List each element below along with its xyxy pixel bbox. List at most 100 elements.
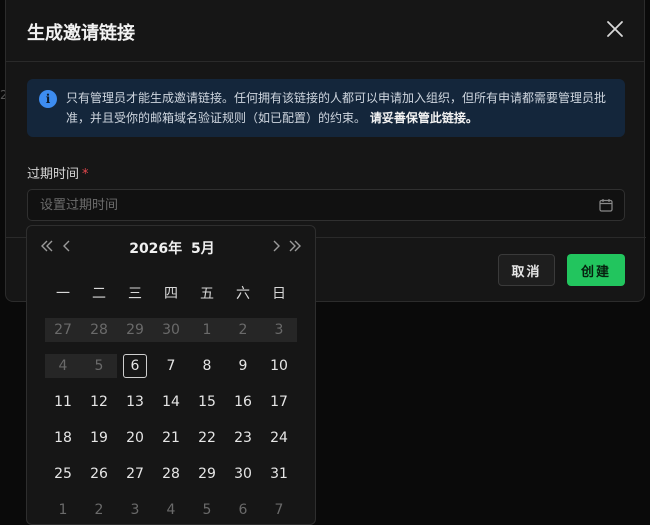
- calendar-day[interactable]: 15: [189, 390, 225, 414]
- close-button[interactable]: [606, 20, 624, 38]
- calendar-day-number: 15: [198, 394, 216, 410]
- calendar-day[interactable]: 20: [117, 426, 153, 450]
- calendar-day-number: 23: [234, 430, 252, 446]
- calendar-day-number: 6: [238, 502, 248, 518]
- weekday-label: 三: [128, 286, 142, 302]
- info-text: 只有管理员才能生成邀请链接。任何拥有该链接的人都可以申请加入组织，但所有申请都需…: [66, 88, 614, 128]
- create-button[interactable]: 创建: [567, 254, 625, 286]
- calendar-day[interactable]: 26: [81, 462, 117, 486]
- calendar-day[interactable]: 11: [45, 390, 81, 414]
- close-icon: [607, 21, 623, 37]
- calendar-day[interactable]: 13: [117, 390, 153, 414]
- expiry-label: 过期时间 *: [27, 163, 89, 182]
- calendar-icon: [599, 199, 613, 212]
- calendar-day-today[interactable]: 6: [117, 354, 153, 378]
- calendar-day-number: 5: [202, 502, 212, 518]
- calendar-day[interactable]: 10: [261, 354, 297, 378]
- calendar-day-number: 22: [198, 430, 216, 446]
- calendar-day-number: 13: [126, 394, 144, 410]
- calendar-day-number: 2: [94, 502, 104, 518]
- calendar-day-number: 27: [54, 322, 72, 338]
- weekday-label: 四: [164, 286, 178, 302]
- calendar-day-number: 30: [162, 322, 180, 338]
- calendar-day[interactable]: 28: [153, 462, 189, 486]
- calendar-day: 1: [189, 318, 225, 342]
- modal-header: 生成邀请链接: [6, 0, 644, 62]
- calendar-day-number: 20: [126, 430, 144, 446]
- calendar-day-number: 17: [270, 394, 288, 410]
- calendar-day[interactable]: 31: [261, 462, 297, 486]
- calendar-week-row: 25 26 27 28 29 30 31: [45, 456, 298, 492]
- calendar-day-number: 28: [162, 466, 180, 482]
- calendar-day[interactable]: 7: [153, 354, 189, 378]
- calendar-day[interactable]: 19: [81, 426, 117, 450]
- calendar-weeks: 27 28 29 30 1 2 3 4 5 6 7 8 9 10 11 12 13 14 15 16 17 18 19 20 2…: [45, 312, 298, 524]
- calendar-day-number: 21: [162, 430, 180, 446]
- calendar-day-number: 29: [198, 466, 216, 482]
- calendar-day[interactable]: 12: [81, 390, 117, 414]
- calendar-week-row: 11 12 13 14 15 16 17: [45, 384, 298, 420]
- calendar-day[interactable]: 17: [261, 390, 297, 414]
- calendar-day-number: 7: [274, 502, 284, 518]
- calendar-day[interactable]: 29: [189, 462, 225, 486]
- calendar-day[interactable]: 24: [261, 426, 297, 450]
- calendar-week-row: 1 2 3 4 5 6 7: [45, 492, 298, 524]
- weekday-label: 五: [200, 286, 214, 302]
- calendar-week-row: 18 19 20 21 22 23 24: [45, 420, 298, 456]
- calendar-day: 3: [261, 318, 297, 342]
- calendar-day[interactable]: 25: [45, 462, 81, 486]
- calendar-day-number: 3: [130, 502, 140, 518]
- expiry-date-picker[interactable]: [27, 189, 625, 221]
- picker-year[interactable]: 2026年: [129, 241, 182, 257]
- calendar-day-number: 25: [54, 466, 72, 482]
- expiry-label-text: 过期时间: [27, 167, 80, 182]
- calendar-week-row: 4 5 6 7 8 9 10: [45, 348, 298, 384]
- calendar-day-number: 19: [90, 430, 108, 446]
- calendar-day-number: 4: [166, 502, 176, 518]
- modal-title: 生成邀请链接: [27, 23, 135, 44]
- calendar-day[interactable]: 23: [225, 426, 261, 450]
- calendar-day-number: 16: [234, 394, 252, 410]
- calendar-day[interactable]: 7: [261, 498, 297, 522]
- calendar-day[interactable]: 22: [189, 426, 225, 450]
- calendar-day: 2: [225, 318, 261, 342]
- calendar-day-number: 2: [238, 322, 248, 338]
- calendar-day[interactable]: 14: [153, 390, 189, 414]
- calendar-day-number: 11: [54, 394, 72, 410]
- calendar-day[interactable]: 21: [153, 426, 189, 450]
- calendar-day[interactable]: 6: [225, 498, 261, 522]
- calendar-day-number: 7: [166, 358, 176, 374]
- calendar-day[interactable]: 8: [189, 354, 225, 378]
- weekday-label: 六: [236, 286, 250, 302]
- calendar-day-number: 29: [126, 322, 144, 338]
- calendar-grid: 一 二 三 四 五 六 日 27 28 29 30 1 2 3 4 5 6 7 8 9 10 11 12 13 1…: [45, 276, 298, 524]
- weekday-label: 二: [92, 286, 106, 302]
- calendar-day[interactable]: 18: [45, 426, 81, 450]
- calendar-day-number: 10: [270, 358, 288, 374]
- calendar-day-number: 6: [123, 354, 147, 378]
- calendar-day-number: 30: [234, 466, 252, 482]
- weekday-label: 一: [56, 286, 70, 302]
- calendar-day[interactable]: 16: [225, 390, 261, 414]
- calendar-day[interactable]: 27: [117, 462, 153, 486]
- calendar-day-number: 4: [58, 358, 68, 374]
- calendar-day-number: 1: [202, 322, 212, 338]
- calendar-day-number: 1: [58, 502, 68, 518]
- calendar-day: 30: [153, 318, 189, 342]
- calendar-day[interactable]: 9: [225, 354, 261, 378]
- next-year-icon[interactable]: [287, 238, 303, 254]
- expiry-date-input[interactable]: [28, 190, 588, 220]
- calendar-day-number: 31: [270, 466, 288, 482]
- calendar-day[interactable]: 4: [153, 498, 189, 522]
- cancel-button[interactable]: 取消: [498, 254, 555, 286]
- picker-month[interactable]: 5月: [191, 241, 215, 257]
- calendar-day[interactable]: 1: [45, 498, 81, 522]
- calendar-day[interactable]: 2: [81, 498, 117, 522]
- calendar-day[interactable]: 30: [225, 462, 261, 486]
- calendar-day-number: 3: [274, 322, 284, 338]
- weekday-row: 一 二 三 四 五 六 日: [45, 276, 298, 312]
- info-body: 只有管理员才能生成邀请链接。任何拥有该链接的人都可以申请加入组织，但所有申请都需…: [66, 91, 607, 125]
- calendar-day[interactable]: 3: [117, 498, 153, 522]
- next-month-icon[interactable]: [268, 238, 284, 254]
- calendar-day[interactable]: 5: [189, 498, 225, 522]
